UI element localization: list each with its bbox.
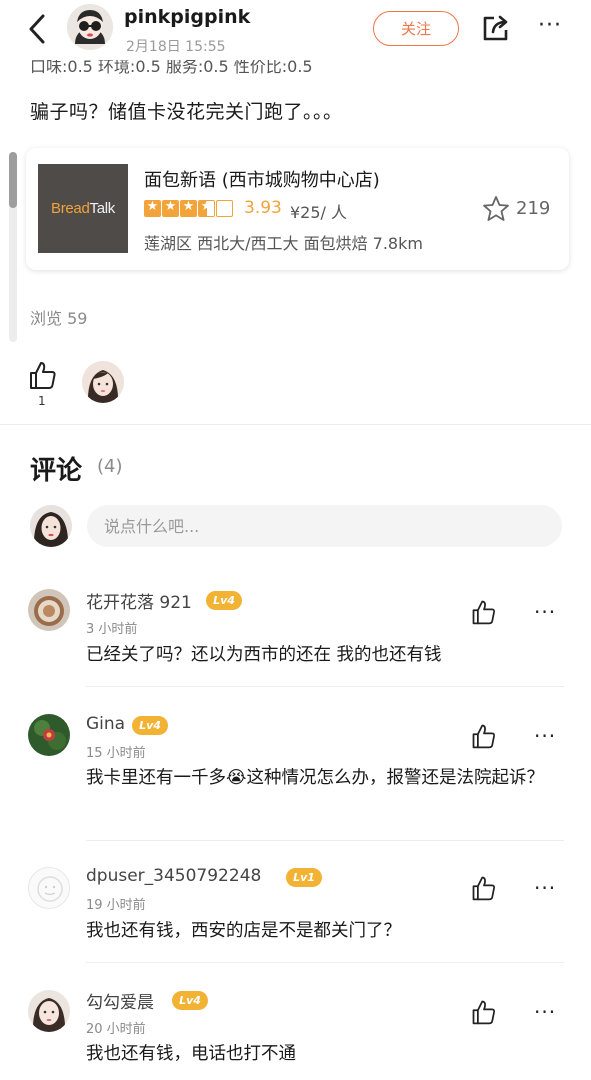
level-badge: Lv4 <box>206 591 242 610</box>
comment-time: 15 小时前 <box>86 746 146 761</box>
comment-divider <box>86 686 564 687</box>
commenter-avatar[interactable] <box>28 589 70 631</box>
comments-count: (4) <box>97 456 123 477</box>
thumbs-up-icon[interactable] <box>470 998 498 1026</box>
comments-title: 评论 <box>30 456 83 486</box>
more-icon[interactable]: ··· <box>534 602 564 624</box>
view-count: 浏览 59 <box>30 309 88 328</box>
thumbs-up-icon[interactable] <box>470 598 498 626</box>
comment-text: 已经关了吗？还以为西市的还在 我的也还有钱 <box>86 645 442 665</box>
commenter-name[interactable]: dpuser_3450792248 <box>86 866 261 886</box>
rating-star-icon: ★ <box>180 200 197 217</box>
comment-divider <box>86 840 564 841</box>
commenter-avatar[interactable] <box>28 867 70 909</box>
commenter-name[interactable]: Gina <box>86 714 125 734</box>
comment-text: 我卡里还有一千多😭这种情况怎么办，报警还是法院起诉？ <box>86 768 544 788</box>
star-icon[interactable] <box>482 195 510 223</box>
comment-time: 19 小时前 <box>86 898 146 913</box>
more-icon[interactable]: ··· <box>534 726 564 748</box>
shop-score: 3.93 <box>244 198 282 218</box>
ratings-line: 口味:0.5 环境:0.5 服务:0.5 性价比:0.5 <box>30 60 313 74</box>
comment-divider <box>86 962 564 963</box>
shop-location: 莲湖区 西北大/西工大 面包烘焙 7.8km <box>144 234 423 253</box>
more-icon[interactable]: ··· <box>534 878 564 900</box>
level-badge: Lv1 <box>286 868 322 887</box>
commenter-name[interactable]: 花开花落 921 <box>86 588 192 613</box>
commenter-avatar[interactable] <box>28 990 70 1032</box>
post-text: 骗子吗？储值卡没花完关门跑了。。。 <box>30 101 343 123</box>
follow-button[interactable]: 关注 <box>373 11 459 46</box>
commenter-name[interactable]: 勾勾爱晨 <box>86 988 154 1013</box>
level-badge: Lv4 <box>132 716 168 735</box>
share-icon[interactable] <box>480 12 512 44</box>
rating-star-icon: ★ <box>216 200 233 217</box>
shop-star-rating: ★ ★ ★ ★ ★ <box>144 200 233 217</box>
scrollbar-thumb[interactable] <box>9 152 17 208</box>
comment-time: 20 小时前 <box>86 1022 146 1037</box>
shop-card[interactable]: Bread Talk 面包新语 (西市城购物中心店) ★ ★ ★ ★ ★ 3.93 ¥25… <box>26 148 569 270</box>
back-arrow-icon[interactable] <box>24 10 54 48</box>
thumbs-up-icon[interactable] <box>470 722 498 750</box>
thumbs-up-icon[interactable] <box>470 874 498 902</box>
favorite-count: 219 <box>516 198 551 219</box>
top-bar: pinkpigpink 2月18日 15:55 关注 ··· <box>0 0 591 64</box>
like-count: 1 <box>38 394 46 408</box>
comment-text: 我也还有钱，电话也打不通 <box>86 1044 296 1064</box>
comment-input[interactable] <box>87 505 562 547</box>
shop-logo: Bread Talk <box>38 164 128 253</box>
more-icon[interactable]: ··· <box>538 14 568 38</box>
comment-time: 3 小时前 <box>86 622 138 637</box>
more-icon[interactable]: ··· <box>534 1002 564 1024</box>
shop-name: 面包新语 (西市城购物中心店) <box>144 170 380 191</box>
commenter-avatar[interactable] <box>28 714 70 756</box>
shop-price: ¥25/ 人 <box>290 203 348 222</box>
rating-star-icon: ★ <box>198 200 215 217</box>
thumbs-up-icon[interactable] <box>28 359 58 391</box>
rating-star-icon: ★ <box>162 200 179 217</box>
section-divider <box>0 424 591 425</box>
level-badge: Lv4 <box>172 991 208 1010</box>
post-timestamp: 2月18日 15:55 <box>126 39 226 55</box>
author-avatar[interactable] <box>67 4 113 50</box>
comment-text: 我也还有钱，西安的店是不是都关门了？ <box>86 921 401 941</box>
current-user-avatar <box>30 505 72 547</box>
liker-avatar[interactable] <box>82 361 124 403</box>
rating-star-icon: ★ <box>144 200 161 217</box>
author-username[interactable]: pinkpigpink <box>124 6 250 28</box>
